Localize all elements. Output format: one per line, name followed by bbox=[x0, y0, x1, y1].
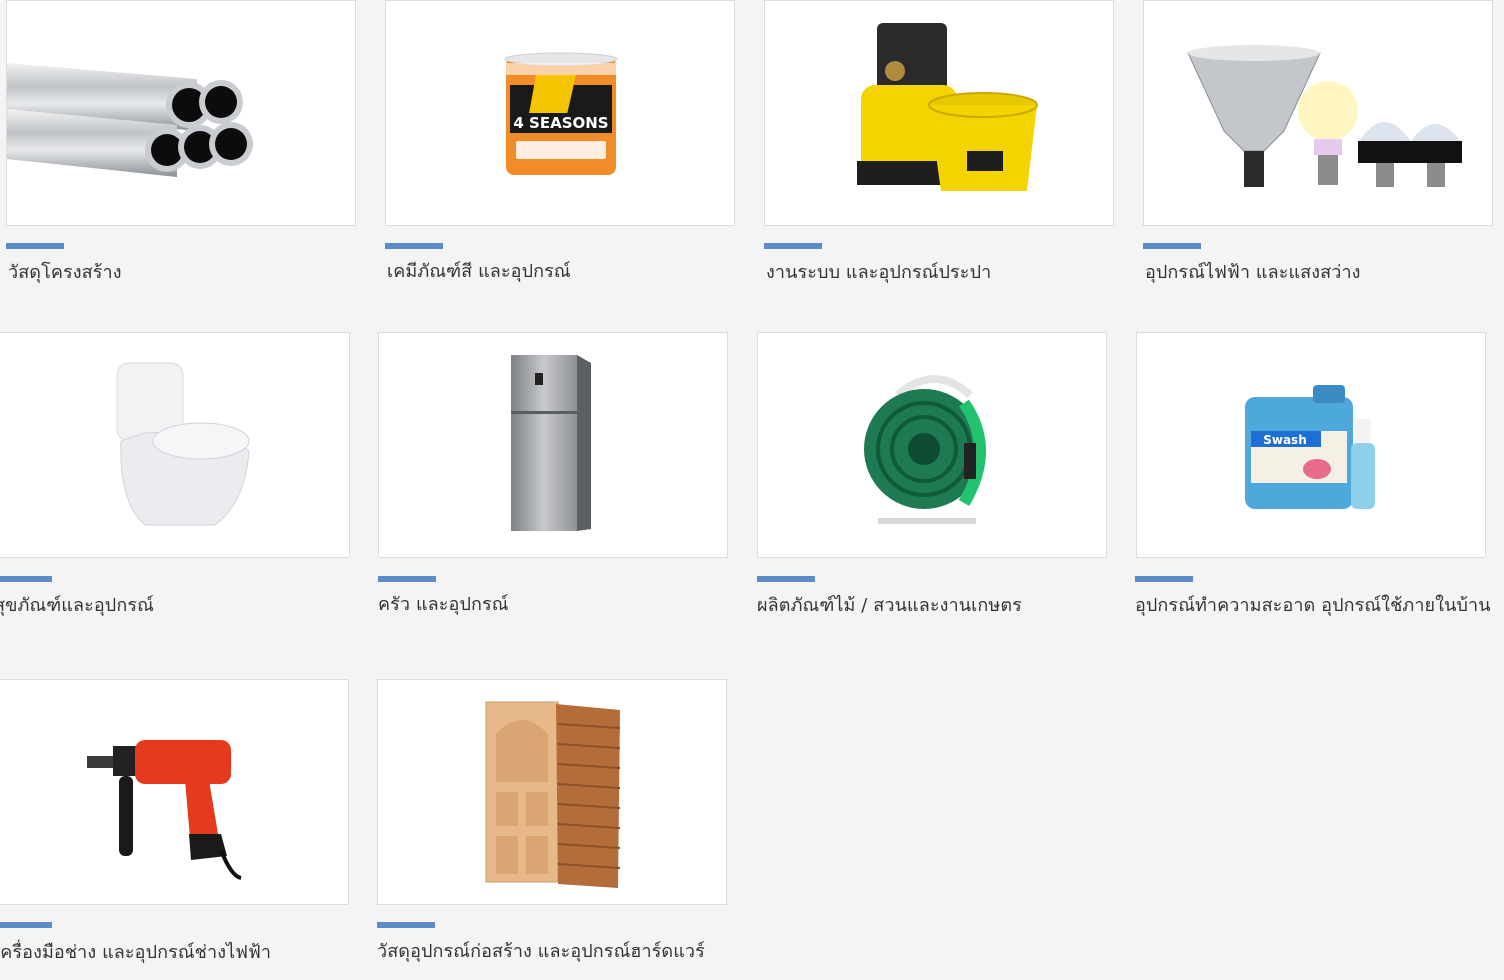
accent-bar bbox=[377, 922, 435, 928]
garden-hose-reel-icon bbox=[864, 375, 986, 524]
accent-bar bbox=[6, 243, 64, 249]
category-thumbnail[interactable] bbox=[378, 332, 728, 558]
category-label[interactable]: วัสดุอุปกรณ์ก่อสร้าง และอุปกรณ์ฮาร์ดแวร์ bbox=[377, 936, 705, 965]
accent-bar bbox=[0, 922, 52, 928]
accent-bar bbox=[757, 576, 815, 582]
category-thumbnail[interactable] bbox=[757, 332, 1107, 558]
category-thumbnail[interactable] bbox=[0, 679, 349, 905]
paint-bucket-icon: 4 SEASONS bbox=[504, 52, 618, 175]
wooden-doors-icon bbox=[485, 701, 621, 888]
category-label[interactable]: อุปกรณ์ทำความสะอาด อุปกรณ์ใช้ภายในบ้าน bbox=[1135, 590, 1491, 619]
category-label[interactable]: วัสดุโครงสร้าง bbox=[8, 257, 122, 286]
accent-bar bbox=[378, 576, 436, 582]
category-thumbnail[interactable] bbox=[0, 332, 350, 558]
accent-bar bbox=[385, 243, 443, 249]
cleaning-products-icon: Swash bbox=[1245, 385, 1375, 509]
category-label[interactable]: งานระบบ และอุปกรณ์ประปา bbox=[766, 257, 991, 286]
category-thumbnail[interactable]: Swash bbox=[1136, 332, 1486, 558]
cleaner-brand-text: Swash bbox=[1263, 433, 1307, 447]
category-label[interactable]: สุขภัณฑ์และอุปกรณ์ bbox=[0, 590, 154, 619]
light-bulbs-icon bbox=[1187, 45, 1462, 187]
category-thumbnail[interactable]: 4 SEASONS bbox=[385, 0, 735, 226]
accent-bar bbox=[1135, 576, 1193, 582]
category-thumbnail[interactable] bbox=[377, 679, 727, 905]
accent-bar bbox=[764, 243, 822, 249]
refrigerator-icon bbox=[511, 355, 591, 531]
category-label[interactable]: ครัว และอุปกรณ์ bbox=[378, 589, 509, 618]
paint-brand-text: 4 SEASONS bbox=[513, 114, 608, 132]
category-label[interactable]: อุปกรณ์ไฟฟ้า และแสงสว่าง bbox=[1145, 257, 1361, 286]
category-label[interactable]: ผลิตภัณฑ์ไม้ / สวนและงานเกษตร bbox=[757, 590, 1022, 619]
category-thumbnail[interactable] bbox=[1143, 0, 1493, 226]
steel-pipes-icon bbox=[7, 63, 253, 177]
toilet-icon bbox=[116, 362, 250, 526]
category-grid: วัสดุโครงสร้าง 4 SEASONS เคมีภัณฑ์สี และ… bbox=[0, 0, 1504, 980]
category-label[interactable]: เคมีภัณฑ์สี และอุปกรณ์ bbox=[387, 256, 571, 285]
category-thumbnail[interactable] bbox=[6, 0, 356, 226]
accent-bar bbox=[1143, 243, 1201, 249]
water-pump-icon bbox=[857, 23, 1038, 191]
accent-bar bbox=[0, 576, 52, 582]
category-label[interactable]: เครื่องมือช่าง และอุปกรณ์ช่างไฟฟ้า bbox=[0, 937, 271, 966]
power-drill-icon bbox=[87, 740, 242, 880]
category-thumbnail[interactable] bbox=[764, 0, 1114, 226]
